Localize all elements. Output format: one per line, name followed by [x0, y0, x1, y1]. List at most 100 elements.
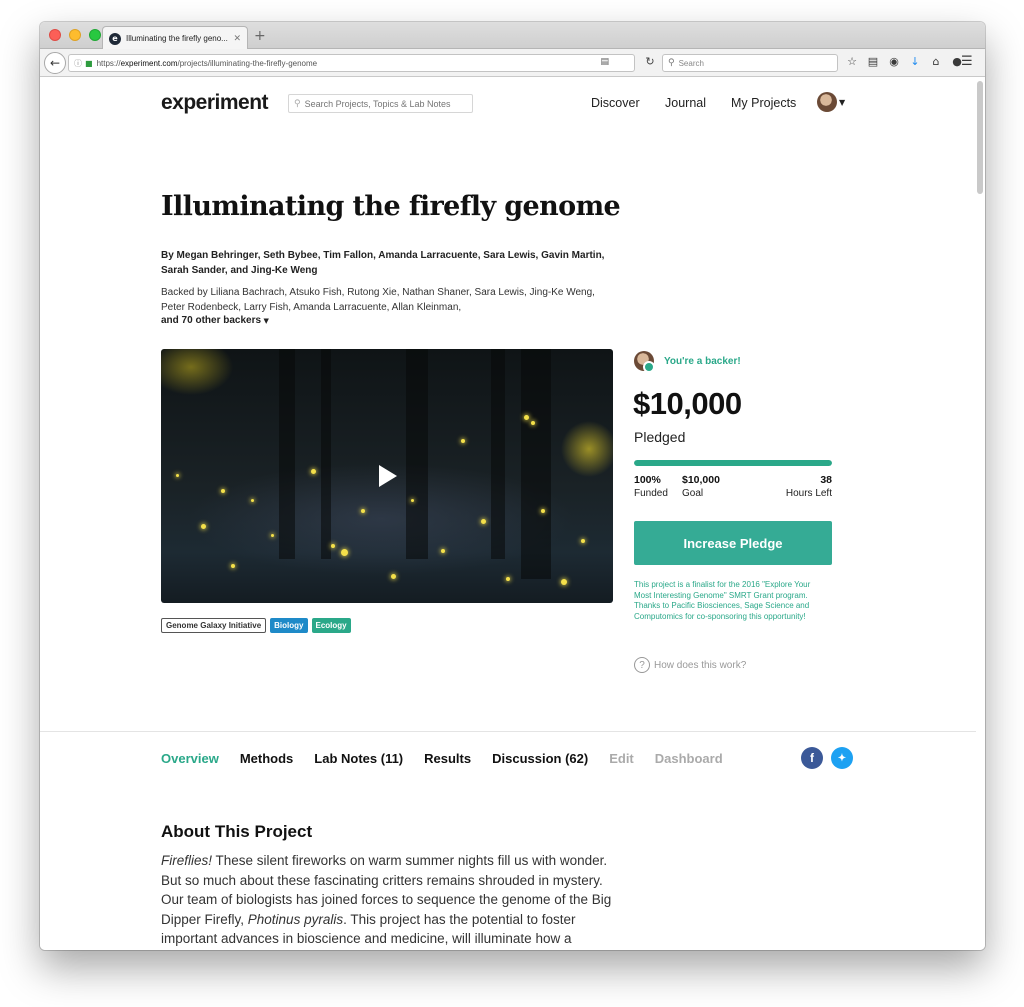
project-video[interactable] [161, 349, 613, 603]
firefly-light [561, 579, 567, 585]
new-tab-button[interactable]: + [254, 28, 266, 44]
twitter-share-icon[interactable]: ✦ [831, 747, 853, 769]
toolbar-icons: ☆ ▤ ◉ ↓ ⌂ ● [846, 55, 963, 68]
project-tags: Genome Galaxy Initiative Biology Ecology [161, 618, 351, 633]
firefly-light [506, 577, 510, 581]
firefly-light [441, 549, 445, 553]
stat-goal: $10,000 Goal [682, 474, 720, 500]
nav-my-projects[interactable]: My Projects [731, 96, 796, 110]
question-icon: ? [634, 657, 650, 673]
avatar [817, 92, 837, 112]
how-does-this-work-label: How does this work? [654, 659, 747, 671]
firefly-light [531, 421, 535, 425]
tag-ecology[interactable]: Ecology [311, 618, 351, 633]
address-bar[interactable]: ⓘ ■ https://experiment.com/projects/illu… [68, 54, 635, 72]
tree-trunk [279, 349, 295, 559]
firefly-light [461, 439, 465, 443]
finalist-note: This project is a finalist for the 2016 … [634, 580, 811, 621]
site-logo[interactable]: experiment [161, 91, 269, 115]
url-text: https://experiment.com/projects/illumina… [96, 58, 318, 68]
browser-window: e Illuminating the firefly geno... ✕ + ←… [40, 22, 985, 950]
firefly-light [411, 499, 414, 502]
firefly-light [221, 489, 225, 493]
close-tab-icon[interactable]: ✕ [233, 33, 241, 44]
tab-dashboard[interactable]: Dashboard [655, 751, 723, 766]
download-icon[interactable]: ↓ [909, 55, 921, 68]
page-viewport: experiment ⚲ Discover Journal My Project… [40, 78, 985, 950]
browser-search-placeholder: Search [678, 58, 704, 68]
stat-funded: 100% Funded [634, 474, 668, 500]
info-icon[interactable]: ⓘ [74, 58, 82, 69]
backer-badge: You're a backer! [634, 351, 741, 373]
more-backers-link[interactable]: and 70 other backers ▼ [161, 315, 269, 326]
funded-label: Funded [634, 488, 668, 499]
pledged-label: Pledged [634, 429, 686, 445]
funding-progress-bar [634, 460, 832, 466]
zoom-window-button[interactable] [89, 29, 101, 41]
firefly-light [361, 509, 365, 513]
tag-biology[interactable]: Biology [270, 618, 308, 633]
user-menu[interactable]: ▼ [817, 92, 845, 112]
browser-toolbar: ← ⓘ ■ https://experiment.com/projects/il… [40, 49, 985, 77]
tag-genome-galaxy-initiative[interactable]: Genome Galaxy Initiative [161, 618, 267, 633]
tab-overview[interactable]: Overview [161, 751, 219, 766]
tab-edit[interactable]: Edit [609, 751, 634, 766]
lock-icon: ■ [85, 58, 93, 68]
clipboard-icon[interactable]: ▤ [867, 55, 879, 68]
reload-icon[interactable]: ↻ [641, 55, 659, 68]
section-divider [40, 731, 976, 732]
tree-trunk [491, 349, 505, 559]
firefly-light [541, 509, 545, 513]
goal-value: $10,000 [682, 474, 720, 486]
site-search-box[interactable]: ⚲ [288, 94, 473, 113]
tab-lab-notes[interactable]: Lab Notes (11) [314, 751, 403, 766]
play-icon[interactable] [379, 465, 397, 487]
hamburger-menu-icon[interactable]: ☰ [961, 54, 973, 69]
about-heading: About This Project [161, 822, 313, 841]
tab-methods[interactable]: Methods [240, 751, 293, 766]
ribbon-icon [643, 361, 655, 373]
tab-strip: e Illuminating the firefly geno... ✕ + [40, 22, 985, 50]
facebook-share-icon[interactable]: f [801, 747, 823, 769]
nav-journal[interactable]: Journal [665, 96, 706, 110]
firefly-light [176, 474, 179, 477]
experiment-favicon-icon: e [109, 32, 121, 45]
firefly-light [581, 539, 585, 543]
reader-view-icon[interactable]: ▤ [600, 57, 609, 67]
minimize-window-button[interactable] [69, 29, 81, 41]
close-window-button[interactable] [49, 29, 61, 41]
firefly-light [481, 519, 486, 524]
tree-trunk [321, 349, 331, 559]
firefly-light [251, 499, 254, 502]
how-does-this-work-link[interactable]: ? How does this work? [634, 657, 746, 673]
scrollbar[interactable] [977, 81, 983, 194]
firefly-light [231, 564, 235, 568]
project-tabs: Overview Methods Lab Notes (11) Results … [161, 751, 723, 766]
firefly-light [201, 524, 206, 529]
browser-tab[interactable]: e Illuminating the firefly geno... ✕ [102, 26, 248, 50]
firefly-light [331, 544, 335, 548]
firefly-light [391, 574, 396, 579]
pocket-icon[interactable]: ◉ [888, 55, 900, 68]
firefly-light [524, 415, 529, 420]
browser-search-bar[interactable]: ⚲ Search [662, 54, 838, 72]
nav-discover[interactable]: Discover [591, 96, 640, 110]
firefly-light [341, 549, 348, 556]
stat-hours-left: 38 Hours Left [770, 474, 832, 500]
site-search-input[interactable] [304, 98, 465, 109]
avatar [634, 351, 655, 373]
project-backers: Backed by Liliana Bachrach, Atsuko Fish,… [161, 287, 595, 313]
funding-progress-fill [634, 460, 832, 466]
bookmark-star-icon[interactable]: ☆ [846, 55, 858, 68]
tab-results[interactable]: Results [424, 751, 471, 766]
tab-discussion[interactable]: Discussion (62) [492, 751, 588, 766]
goal-label: Goal [682, 488, 704, 499]
hours-label: Hours Left [785, 488, 832, 499]
about-text: Fireflies! These silent fireworks on war… [161, 853, 612, 946]
back-button[interactable]: ← [44, 52, 66, 74]
home-icon[interactable]: ⌂ [930, 55, 942, 68]
search-icon: ⚲ [668, 58, 675, 68]
increase-pledge-button[interactable]: Increase Pledge [634, 521, 832, 565]
project-title: Illuminating the firefly genome [161, 191, 621, 222]
tree-trunk [521, 349, 551, 579]
